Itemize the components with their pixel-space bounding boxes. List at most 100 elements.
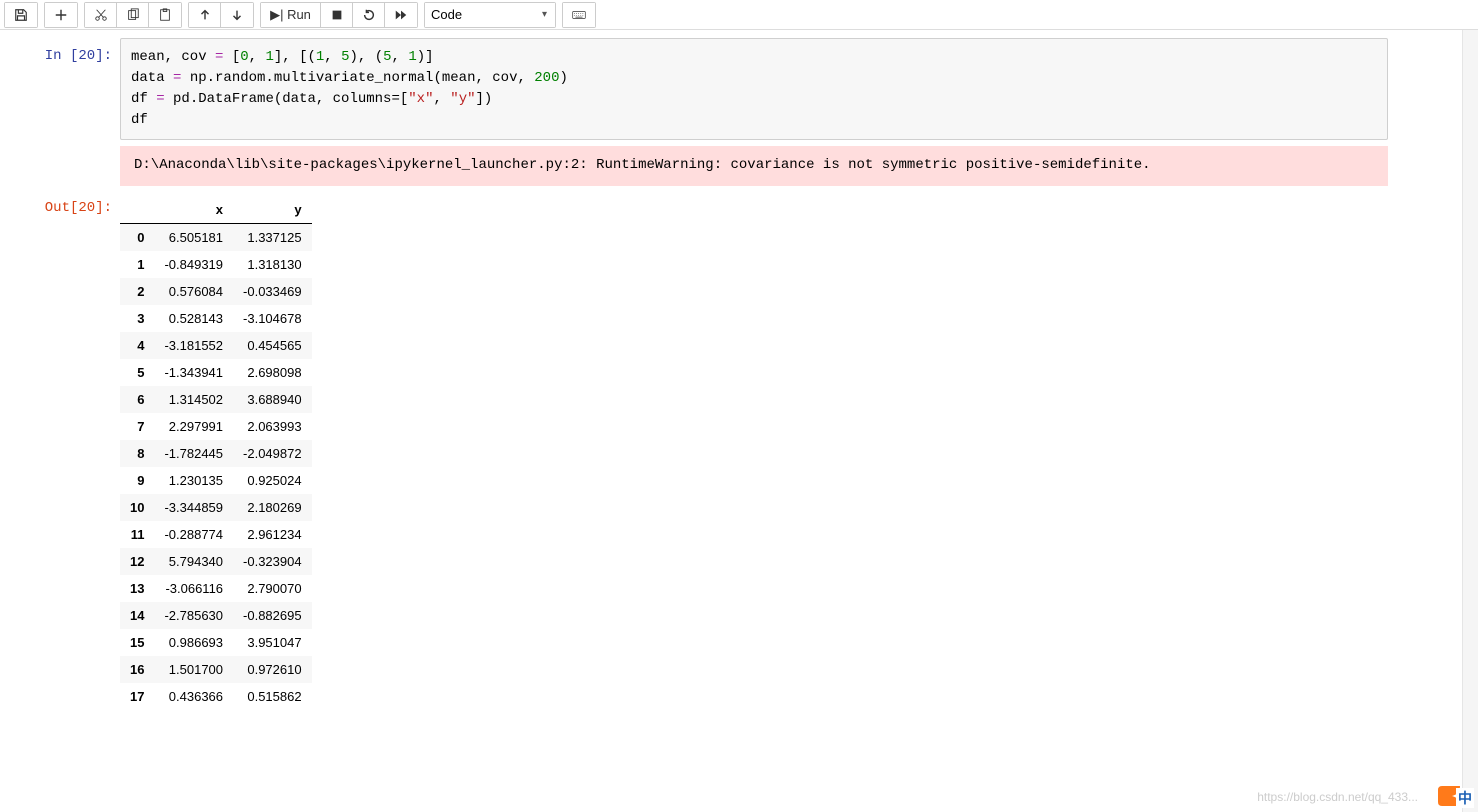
cell-y: 2.698098 [233, 359, 312, 386]
interrupt-button[interactable] [321, 3, 353, 27]
cell-y: 2.790070 [233, 575, 312, 602]
cell-y: 1.337125 [233, 223, 312, 251]
column-header-y: y [233, 196, 312, 224]
row-index: 14 [120, 602, 154, 629]
row-index: 17 [120, 683, 154, 710]
input-prompt: In [20]: [0, 38, 120, 186]
ime-label: 中 [1456, 788, 1474, 808]
toolbar: ▶| Run CodeMarkdownRaw NBConvertHeading [0, 0, 1478, 30]
scrollbar[interactable] [1462, 30, 1478, 812]
toolbar-group-run: ▶| Run [260, 2, 418, 28]
row-index: 2 [120, 278, 154, 305]
table-row: 14-2.785630-0.882695 [120, 602, 312, 629]
cell-x: -1.782445 [154, 440, 233, 467]
cell-y: -0.882695 [233, 602, 312, 629]
cut-button[interactable] [85, 3, 117, 27]
cell-x: 0.986693 [154, 629, 233, 656]
plus-icon [54, 8, 68, 22]
code-input[interactable]: mean, cov = [0, 1], [(1, 5), (5, 1)] dat… [120, 38, 1388, 140]
cell-x: 1.230135 [154, 467, 233, 494]
toolbar-group-file [4, 2, 38, 28]
table-row: 72.2979912.063993 [120, 413, 312, 440]
cell-y: 0.454565 [233, 332, 312, 359]
move-down-button[interactable] [221, 3, 253, 27]
cell-y: -0.033469 [233, 278, 312, 305]
index-header [120, 196, 154, 224]
table-row: 20.576084-0.033469 [120, 278, 312, 305]
cell-x: -0.849319 [154, 251, 233, 278]
move-up-button[interactable] [189, 3, 221, 27]
table-row: 11-0.2887742.961234 [120, 521, 312, 548]
code-cell[interactable]: In [20]: mean, cov = [0, 1], [(1, 5), (5… [0, 38, 1478, 186]
table-row: 170.4363660.515862 [120, 683, 312, 710]
table-row: 30.528143-3.104678 [120, 305, 312, 332]
cut-icon [94, 8, 108, 22]
save-button[interactable] [5, 3, 37, 27]
toolbar-group-move [188, 2, 254, 28]
row-index: 0 [120, 223, 154, 251]
table-row: 61.3145023.688940 [120, 386, 312, 413]
cell-y: 3.951047 [233, 629, 312, 656]
table-row: 5-1.3439412.698098 [120, 359, 312, 386]
table-row: 91.2301350.925024 [120, 467, 312, 494]
column-header-x: x [154, 196, 233, 224]
restart-button[interactable] [353, 3, 385, 27]
stop-icon [330, 8, 344, 22]
cell-x: 6.505181 [154, 223, 233, 251]
dataframe-table: x y 06.5051811.3371251-0.8493191.3181302… [120, 196, 312, 710]
row-index: 15 [120, 629, 154, 656]
table-row: 06.5051811.337125 [120, 223, 312, 251]
table-row: 8-1.782445-2.049872 [120, 440, 312, 467]
cell-y: 2.180269 [233, 494, 312, 521]
row-index: 6 [120, 386, 154, 413]
copy-button[interactable] [117, 3, 149, 27]
ime-indicator[interactable]: 中 [1436, 784, 1472, 808]
cell-x: -1.343941 [154, 359, 233, 386]
table-row: 1-0.8493191.318130 [120, 251, 312, 278]
cell-x: -0.288774 [154, 521, 233, 548]
run-button[interactable]: ▶| Run [261, 3, 321, 27]
table-row: 150.9866933.951047 [120, 629, 312, 656]
dataframe-output: x y 06.5051811.3371251-0.8493191.3181302… [120, 196, 1388, 710]
row-index: 8 [120, 440, 154, 467]
table-row: 161.5017000.972610 [120, 656, 312, 683]
cell-x: -2.785630 [154, 602, 233, 629]
toolbar-group-cell [44, 2, 78, 28]
row-index: 10 [120, 494, 154, 521]
cell-type-select[interactable]: CodeMarkdownRaw NBConvertHeading [425, 3, 555, 27]
notebook-container: In [20]: mean, cov = [0, 1], [(1, 5), (5… [0, 30, 1478, 754]
insert-cell-button[interactable] [45, 3, 77, 27]
arrow-down-icon [230, 8, 244, 22]
cell-y: 0.972610 [233, 656, 312, 683]
row-index: 5 [120, 359, 154, 386]
copy-icon [126, 8, 140, 22]
table-row: 13-3.0661162.790070 [120, 575, 312, 602]
cell-y: 2.961234 [233, 521, 312, 548]
row-index: 3 [120, 305, 154, 332]
command-palette-button[interactable] [563, 3, 595, 27]
run-label: ▶| Run [270, 7, 311, 23]
cell-x: 1.314502 [154, 386, 233, 413]
cell-x: 0.528143 [154, 305, 233, 332]
toolbar-group-celltype: CodeMarkdownRaw NBConvertHeading [424, 2, 556, 28]
fast-forward-icon [394, 8, 408, 22]
watermark: https://blog.csdn.net/qq_433... [1257, 790, 1418, 804]
restart-run-all-button[interactable] [385, 3, 417, 27]
row-index: 9 [120, 467, 154, 494]
row-index: 13 [120, 575, 154, 602]
paste-button[interactable] [149, 3, 181, 27]
row-index: 11 [120, 521, 154, 548]
cell-x: -3.181552 [154, 332, 233, 359]
keyboard-icon [572, 8, 586, 22]
arrow-up-icon [198, 8, 212, 22]
toolbar-group-edit [84, 2, 182, 28]
row-index: 16 [120, 656, 154, 683]
row-index: 1 [120, 251, 154, 278]
cell-y: 1.318130 [233, 251, 312, 278]
table-row: 4-3.1815520.454565 [120, 332, 312, 359]
cell-y: -0.323904 [233, 548, 312, 575]
stderr-output: D:\Anaconda\lib\site-packages\ipykernel_… [120, 146, 1388, 186]
cell-x: 5.794340 [154, 548, 233, 575]
row-index: 7 [120, 413, 154, 440]
cell-y: 0.925024 [233, 467, 312, 494]
